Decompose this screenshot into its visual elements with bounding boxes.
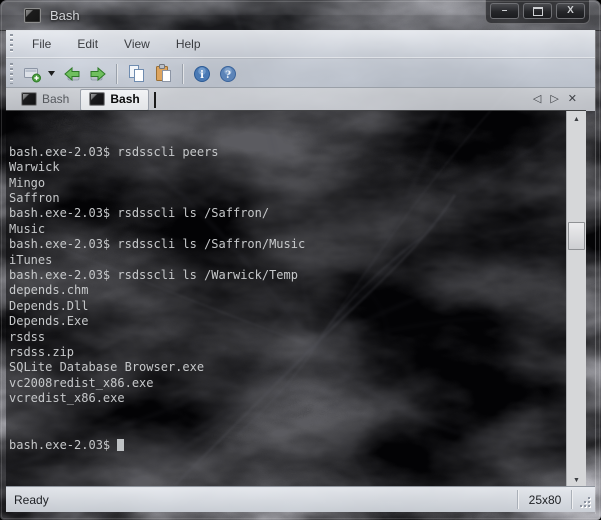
svg-text:?: ? [225,70,231,81]
menubar-gripper[interactable] [10,34,13,53]
toolbar-separator [116,64,118,84]
paste-icon [154,64,173,83]
paste-button[interactable] [151,62,176,85]
terminal-line: rsdss [9,330,566,345]
terminal-line: bash.exe-2.03$ rsdsscli peers [9,145,566,160]
tab-bash[interactable]: Bash [12,89,78,111]
terminal-line: Warwick [9,160,566,175]
arrow-right-icon [89,65,107,83]
scroll-up-icon[interactable]: ▲ [567,111,586,127]
toolbar: i ? [6,58,595,88]
terminal-cursor [117,439,124,451]
chevron-down-icon [48,71,55,76]
menu-item[interactable]: Edit [64,33,111,55]
new-console-dropdown-button[interactable] [47,69,56,78]
scrollbar-track[interactable] [567,127,586,472]
svg-text:i: i [200,70,204,81]
next-console-button[interactable] [86,63,110,85]
terminal-line: Depends.Dll [9,299,566,314]
console-app-icon [24,8,41,23]
toolbar-separator [182,64,184,84]
terminal-line: Music [9,222,566,237]
terminal-line: Saffron [9,191,566,206]
new-console-icon [23,65,42,83]
terminal-line: depends.chm [9,283,566,298]
minimize-icon: – [502,6,508,16]
tab-nav: ◁ ▷ ✕ [533,94,577,105]
console-tab-icon [21,92,37,106]
title-bar[interactable]: Bash – X [0,0,601,31]
tab-label: Bash [42,92,69,106]
help-icon: ? [219,65,237,83]
arrow-left-icon [63,65,81,83]
maximize-button[interactable] [523,3,552,19]
terminal-line: rsdss.zip [9,345,566,360]
menu-item[interactable]: View [111,33,163,55]
copy-button[interactable] [124,62,149,85]
console-tab-icon [89,92,105,106]
terminal-line: iTunes [9,253,566,268]
maximize-icon [533,7,543,16]
help-button[interactable]: ? [216,63,240,85]
tab-bar: Bash Bash ◁ ▷ ✕ [6,87,595,111]
terminal-line: vcredist_x86.exe [9,391,566,406]
minimize-button[interactable]: – [490,3,519,19]
terminal-screen[interactable]: bash.exe-2.03$ rsdsscli peersWarwickMing… [6,111,566,488]
console-size-indicator: 25x80 [519,493,571,507]
terminal-line: SQLite Database Browser.exe [9,360,566,375]
terminal-line: bash.exe-2.03$ rsdsscli ls /Saffron/ [9,206,566,221]
new-console-button[interactable] [20,63,45,85]
status-bar: Ready 25x80 [6,486,595,512]
resize-grip[interactable] [573,487,595,512]
menu-items: FileEditViewHelp [19,33,214,55]
window-title: Bash [50,8,80,23]
terminal-line: bash.exe-2.03$ rsdsscli ls /Saffron/Musi… [9,237,566,252]
resize-grip-icon [580,497,592,509]
close-icon: X [567,6,574,16]
terminal-line: vc2008redist_x86.exe [9,376,566,391]
terminal-area: bash.exe-2.03$ rsdsscli peersWarwickMing… [6,110,586,488]
toolbar-gripper[interactable] [10,63,13,83]
previous-console-button[interactable] [60,63,84,85]
frame-highlight [595,30,596,514]
status-text: Ready [6,493,517,507]
window-controls: – X [485,0,590,24]
terminal-line: Depends.Exe [9,314,566,329]
scroll-tabs-right-icon[interactable]: ▷ [550,94,558,105]
scroll-tabs-left-icon[interactable]: ◁ [533,94,541,105]
menu-item[interactable]: File [19,33,64,55]
scrollbar-thumb[interactable] [568,222,585,250]
console-window: Bash – X FileEditViewHelp [0,0,601,520]
tab-divider [154,92,156,108]
terminal-line: bash.exe-2.03$ rsdsscli ls /Warwick/Temp [9,268,566,283]
info-icon: i [193,65,211,83]
terminal-line: Mingo [9,176,566,191]
terminal-output: bash.exe-2.03$ rsdsscli peersWarwickMing… [9,145,566,407]
vertical-scrollbar[interactable]: ▲ ▼ [566,111,586,488]
about-button[interactable]: i [190,63,214,85]
menu-bar: FileEditViewHelp [6,30,595,58]
menu-item[interactable]: Help [163,33,214,55]
copy-icon [127,64,146,83]
tabs: Bash Bash [12,88,151,111]
prompt-text: bash.exe-2.03$ [9,438,117,452]
tab-bash[interactable]: Bash [80,89,148,111]
close-tab-icon[interactable]: ✕ [568,94,577,105]
close-button[interactable]: X [556,3,585,19]
prompt-line: bash.exe-2.03$ [9,437,566,452]
rebar: FileEditViewHelp [6,30,595,87]
tab-label: Bash [110,92,139,106]
